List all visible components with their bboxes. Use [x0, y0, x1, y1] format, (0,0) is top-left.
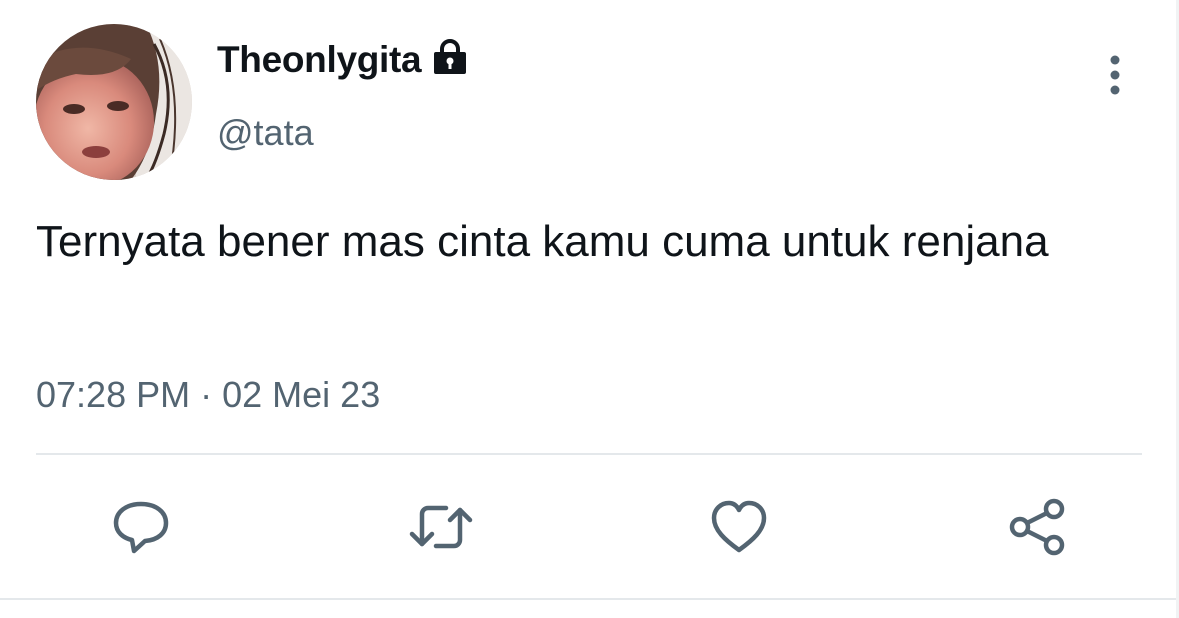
display-name-row: Theonlygita [217, 38, 469, 81]
tweet-date: 02 Mei 23 [222, 374, 381, 415]
avatar[interactable] [36, 24, 192, 180]
bottom-border [0, 598, 1179, 600]
reply-button[interactable] [110, 498, 172, 561]
share-icon [1006, 498, 1068, 560]
tweet-card: Theonlygita @tata Ternyata bener mas cin… [0, 0, 1179, 618]
reply-icon [110, 501, 172, 560]
retweet-icon [408, 505, 474, 560]
meta-separator: · [200, 374, 213, 415]
display-name[interactable]: Theonlygita [217, 39, 422, 81]
lock-icon [431, 38, 469, 81]
heart-icon [709, 500, 769, 560]
more-vertical-icon[interactable] [1100, 53, 1130, 102]
share-button[interactable] [1006, 498, 1068, 561]
user-handle[interactable]: @tata [217, 112, 314, 154]
retweet-button[interactable] [408, 498, 474, 561]
like-button[interactable] [709, 498, 769, 561]
avatar-image [36, 24, 192, 180]
tweet-time: 07:28 PM [36, 374, 191, 415]
tweet-text: Ternyata bener mas cinta kamu cuma untuk… [36, 217, 1049, 266]
divider [36, 453, 1142, 455]
tweet-meta: 07:28 PM · 02 Mei 23 [36, 374, 380, 416]
